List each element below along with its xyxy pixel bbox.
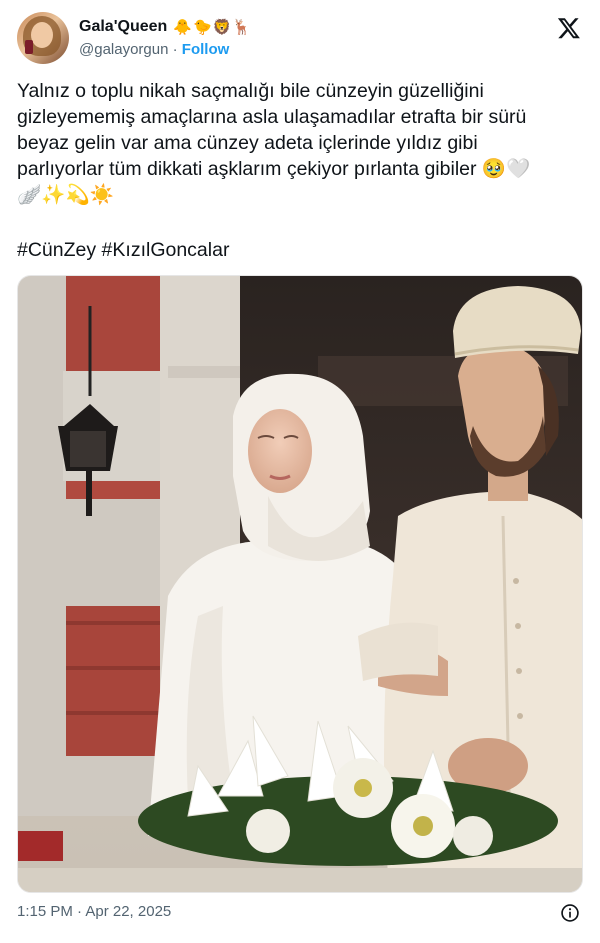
post-image[interactable]: [17, 275, 583, 893]
hashtag-cunzey[interactable]: #CünZey: [17, 239, 96, 261]
follow-button[interactable]: Follow: [182, 41, 230, 58]
info-icon[interactable]: [560, 903, 580, 923]
avatar[interactable]: [17, 12, 69, 64]
wedding-photo: [18, 276, 582, 892]
post-text: Yalnız o toplu nikah saçmalığı bile cünz…: [17, 80, 531, 206]
author-name-row[interactable]: Gala'Queen 🐥🐤🦁🦌: [79, 18, 252, 36]
author-name-emojis: 🐥🐤🦁🦌: [173, 19, 252, 36]
x-logo-icon[interactable]: [557, 16, 581, 40]
handle-separator: ·: [172, 41, 178, 58]
post-header: Gala'Queen 🐥🐤🦁🦌 @galayorgun · Follow: [17, 12, 583, 66]
hashtags: #CünZey #KızılGoncalar: [17, 237, 229, 263]
hashtag-kizilgoncalar[interactable]: #KızılGoncalar: [102, 239, 230, 261]
author-handle[interactable]: @galayorgun: [79, 41, 168, 58]
post-timestamp[interactable]: 1:15 PM · Apr 22, 2025: [17, 903, 171, 920]
author-display-name[interactable]: Gala'Queen: [79, 18, 167, 36]
author-handle-row: @galayorgun · Follow: [79, 41, 229, 58]
